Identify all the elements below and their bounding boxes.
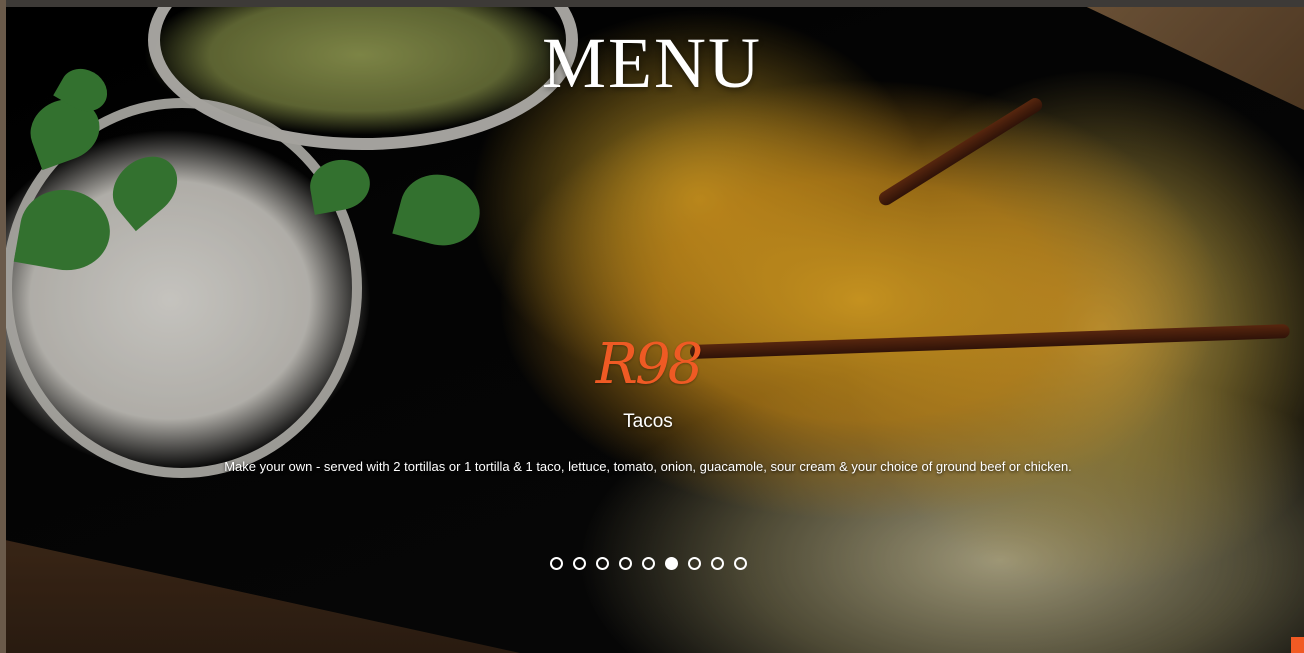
slider-dot-2[interactable] — [572, 557, 586, 570]
item-name: Tacos — [623, 411, 673, 432]
slider-dot-1[interactable] — [549, 557, 563, 570]
item-price: R98 — [595, 332, 703, 397]
slider-dot-9[interactable] — [733, 557, 747, 570]
menu-slider: MENU R98 Tacos Make your own - served wi… — [0, 0, 1304, 653]
slider-dot-6[interactable] — [664, 557, 678, 570]
menu-title: MENU — [542, 23, 762, 103]
slider-dot-7[interactable] — [687, 557, 701, 570]
top-border — [0, 0, 1304, 7]
slider-dot-5[interactable] — [641, 557, 655, 570]
slider-dot-4[interactable] — [618, 557, 632, 570]
slider-dot-8[interactable] — [710, 557, 724, 570]
slider-dot-3[interactable] — [595, 557, 609, 570]
slider-pagination — [0, 557, 1296, 570]
corner-tab[interactable] — [1291, 637, 1304, 653]
item-description: Make your own - served with 2 tortillas … — [224, 459, 1072, 474]
